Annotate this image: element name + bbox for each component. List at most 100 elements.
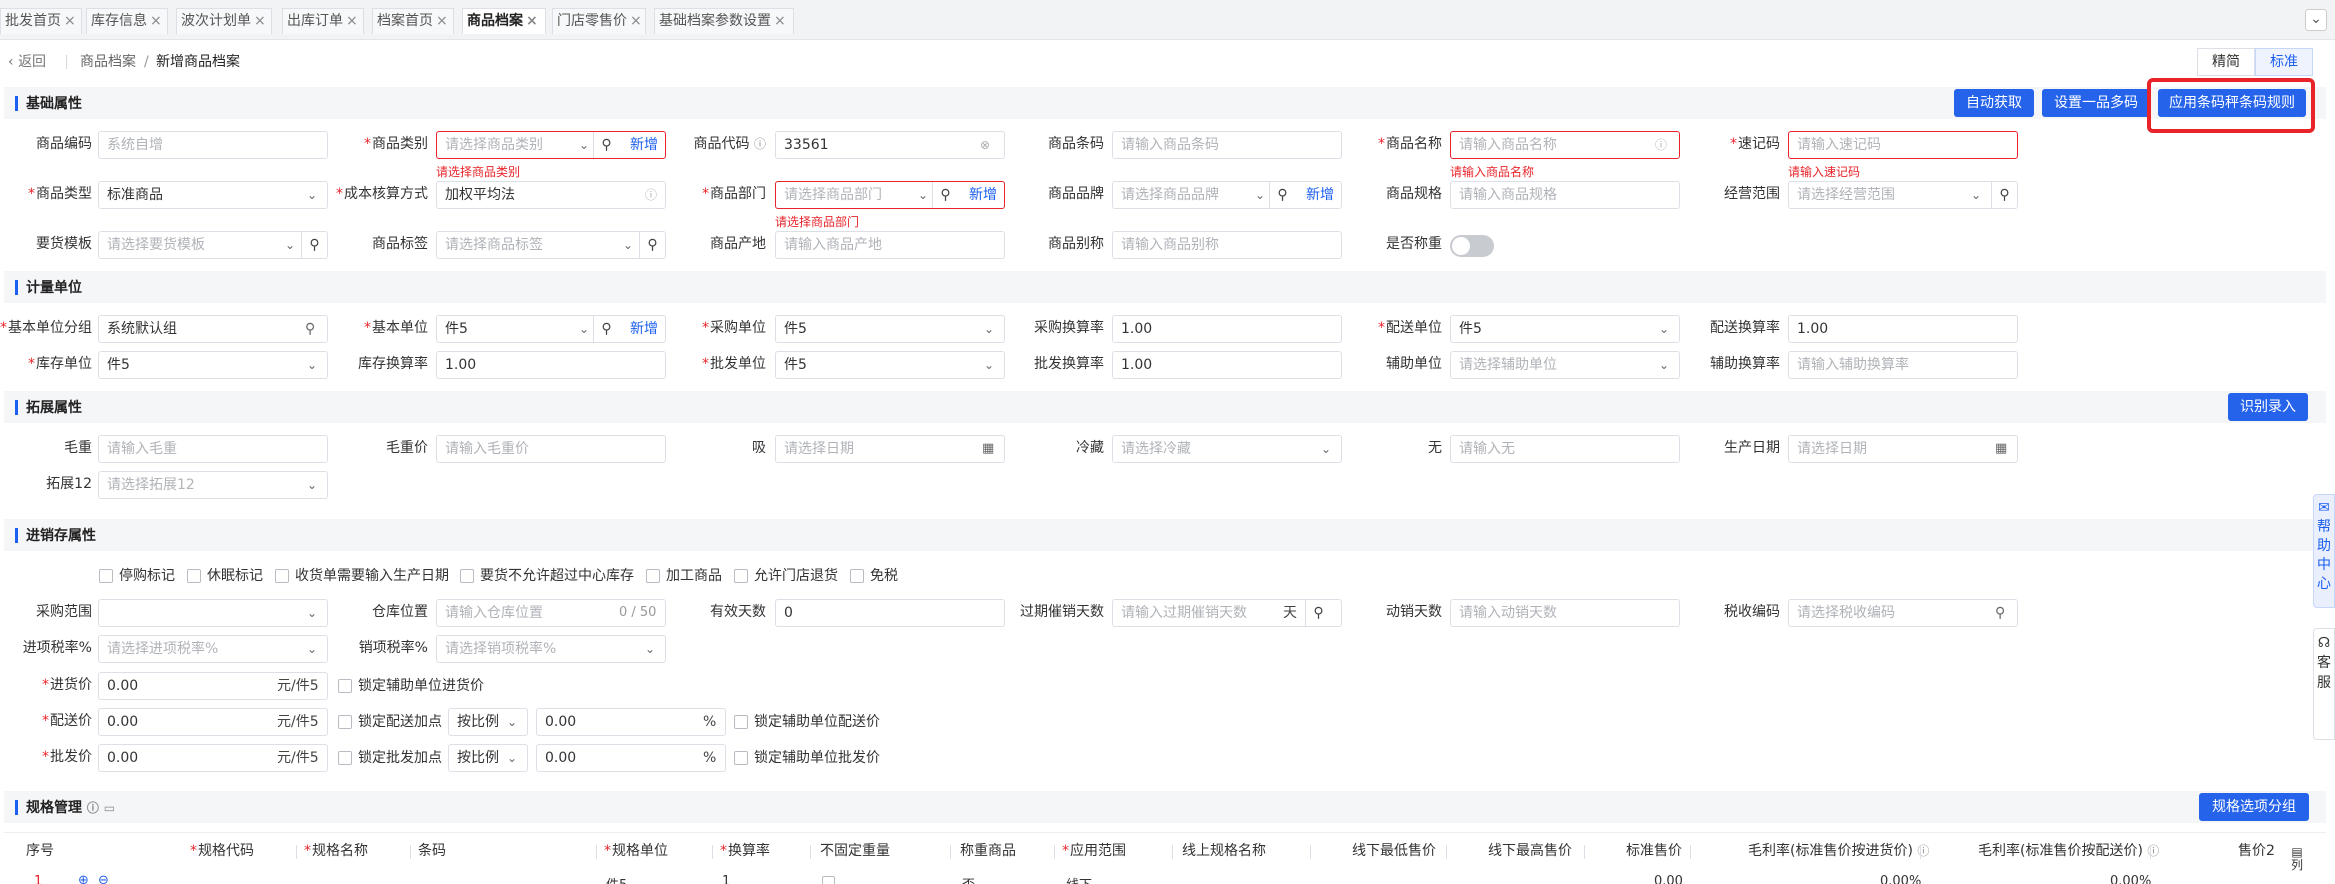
in-tax-select[interactable]: 请选择进项税率% ⌄ [98, 635, 328, 663]
search-icon[interactable]: ⚲ [1995, 600, 2005, 626]
collapse-icon[interactable]: ▭ [104, 801, 115, 815]
mode-simple-button[interactable]: 精简 [2197, 48, 2255, 76]
wholesale-rate-input[interactable]: 1.00 [1112, 351, 1342, 379]
search-icon[interactable]: ⚲ [932, 182, 958, 208]
close-icon[interactable]: × [774, 13, 786, 29]
out-tax-select[interactable]: 请选择销项税率% ⌄ [436, 635, 666, 663]
base-unit-select[interactable]: 件5 ⌄ ⚲ 新增 [436, 315, 666, 343]
close-icon[interactable]: × [346, 13, 358, 29]
tab-param-settings[interactable]: 基础档案参数设置 × [654, 8, 794, 34]
add-dept-link[interactable]: 新增 [969, 182, 997, 208]
valid-days-input[interactable]: 0 [775, 599, 1005, 627]
breadcrumb-parent[interactable]: 商品档案 [80, 52, 136, 72]
column-settings[interactable]: ▤ 列 [2290, 846, 2304, 872]
quick-code-input[interactable]: 请输入速记码 [1788, 131, 2018, 159]
delivery-price-input[interactable]: 0.00 元/件5 [98, 708, 328, 736]
gross-input[interactable]: 请输入毛重 [98, 435, 328, 463]
type-select[interactable]: 标准商品 ⌄ [98, 181, 328, 209]
alias-input[interactable]: 请输入商品别称 [1112, 231, 1342, 259]
flag-checkbox-prod-date[interactable] [275, 569, 289, 583]
lock-in-price-checkbox[interactable] [338, 679, 352, 693]
stock-unit-select[interactable]: 件5 ⌄ [98, 351, 328, 379]
row-variable-weight-checkbox[interactable] [822, 876, 835, 884]
goods-code-input[interactable]: 系统自增 [98, 131, 328, 159]
product-code-input[interactable]: 33561 ⊗ [775, 131, 1005, 159]
lock-wholesale-add-checkbox[interactable] [338, 751, 352, 765]
wholesale-mode-select[interactable]: 按比例 ⌄ [448, 744, 528, 772]
category-select[interactable]: 请选择商品类别 ⌄ ⚲ 新增 [436, 131, 666, 159]
gross-price-input[interactable]: 请输入毛重价 [436, 435, 666, 463]
name-input[interactable]: 请输入商品名称 ⓘ [1450, 131, 1680, 159]
customer-service-button[interactable]: ☊ 客服 [2313, 628, 2335, 740]
wholesale-unit-select[interactable]: 件5 ⌄ [775, 351, 1005, 379]
cost-method-input[interactable]: 加权平均法 ⓘ [436, 181, 666, 209]
delivery-rate-input[interactable]: 1.00 [1788, 315, 2018, 343]
aux-unit-select[interactable]: 请选择辅助单位 ⌄ [1450, 351, 1680, 379]
tab-store-price[interactable]: 门店零售价 × [552, 8, 646, 34]
flag-checkbox-dormant[interactable] [187, 569, 201, 583]
ext12-select[interactable]: 请选择拓展12 ⌄ [98, 471, 328, 499]
calendar-icon[interactable]: ▦ [982, 436, 994, 462]
help-center-button[interactable]: ✉ 帮助中心 [2313, 494, 2335, 608]
add-unit-link[interactable]: 新增 [630, 316, 658, 342]
search-icon[interactable]: ⚲ [639, 232, 665, 258]
brand-select[interactable]: 请选择商品品牌 ⌄ ⚲ 新增 [1112, 181, 1342, 209]
multi-code-button[interactable]: 设置一品多码 [2042, 89, 2150, 117]
tab-outbound-order[interactable]: 出库订单 × [282, 8, 364, 34]
search-icon[interactable]: ⚲ [301, 232, 327, 258]
purchase-unit-select[interactable]: 件5 ⌄ [775, 315, 1005, 343]
close-icon[interactable]: × [630, 13, 642, 29]
cold-select[interactable]: 请选择冷藏 ⌄ [1112, 435, 1342, 463]
delivery-mode-select[interactable]: 按比例 ⌄ [448, 708, 528, 736]
none-input[interactable]: 请输入无 [1450, 435, 1680, 463]
close-icon[interactable]: × [64, 13, 76, 29]
mode-standard-button[interactable]: 标准 [2255, 48, 2313, 76]
add-brand-link[interactable]: 新增 [1306, 182, 1334, 208]
lock-delivery-add-checkbox[interactable] [338, 715, 352, 729]
clear-icon[interactable]: ⊗ [980, 132, 990, 158]
tab-wave-plan[interactable]: 波次计划单 × [176, 8, 272, 34]
lock-aux-wholesale-checkbox[interactable] [734, 751, 748, 765]
dept-select[interactable]: 请选择商品部门 ⌄ ⚲ 新增 [775, 181, 1005, 209]
prod-date-input[interactable]: 请选择日期 ▦ [1788, 435, 2018, 463]
search-icon[interactable]: ⚲ [1305, 600, 1331, 626]
in-price-input[interactable]: 0.00 元/件5 [98, 672, 328, 700]
delivery-pct-input[interactable]: 0.00% [536, 708, 726, 736]
expire-days-input[interactable]: 请输入过期催销天数 天 ⚲ [1112, 599, 1342, 627]
tab-goods-archive[interactable]: 商品档案 × [462, 8, 546, 34]
purchase-scope-select[interactable]: ⌄ [98, 599, 328, 627]
close-icon[interactable]: × [150, 13, 162, 29]
weigh-toggle[interactable] [1450, 235, 1494, 257]
add-category-link[interactable]: 新增 [630, 132, 658, 158]
wholesale-pct-input[interactable]: 0.00% [536, 744, 726, 772]
search-icon[interactable]: ⚲ [593, 316, 619, 342]
flag-checkbox-store-return[interactable] [734, 569, 748, 583]
origin-input[interactable]: 请输入商品产地 [775, 231, 1005, 259]
search-icon[interactable]: ⚲ [593, 132, 619, 158]
aux-rate-input[interactable]: 请输入辅助换算率 [1788, 351, 2018, 379]
flag-checkbox-stop-purchase[interactable] [99, 569, 113, 583]
purchase-rate-input[interactable]: 1.00 [1112, 315, 1342, 343]
delete-row-icon[interactable]: ⊖ [98, 873, 109, 884]
base-group-select[interactable]: 系统默认组 ⚲ [98, 315, 328, 343]
calendar-icon[interactable]: ▦ [1995, 436, 2007, 462]
xi-date-input[interactable]: 请选择日期 ▦ [775, 435, 1005, 463]
close-icon[interactable]: × [526, 13, 538, 29]
close-icon[interactable]: × [436, 13, 448, 29]
scope-select[interactable]: 请选择经营范围 ⌄ ⚲ [1788, 181, 2018, 209]
spec-input[interactable]: 请输入商品规格 [1450, 181, 1680, 209]
barcode-input[interactable]: 请输入商品条码 [1112, 131, 1342, 159]
search-icon[interactable]: ⚲ [305, 316, 315, 342]
search-icon[interactable]: ⚲ [1991, 182, 2017, 208]
location-input[interactable]: 请输入仓库位置 0 / 50 [436, 599, 666, 627]
tax-code-input[interactable]: 请选择税收编码 ⚲ [1788, 599, 2018, 627]
template-select[interactable]: 请选择要货模板 ⌄ ⚲ [98, 231, 328, 259]
tab-more-chevron-icon[interactable]: ⌄ [2305, 9, 2327, 31]
spec-group-button[interactable]: 规格选项分组 [2199, 793, 2309, 821]
lock-aux-delivery-checkbox[interactable] [734, 715, 748, 729]
back-link[interactable]: ‹ 返回 [8, 52, 46, 72]
flag-checkbox-tax-free[interactable] [850, 569, 864, 583]
recognize-button[interactable]: 识别录入 [2228, 393, 2308, 421]
stock-rate-input[interactable]: 1.00 [436, 351, 666, 379]
wholesale-price-input[interactable]: 0.00 元/件5 [98, 744, 328, 772]
